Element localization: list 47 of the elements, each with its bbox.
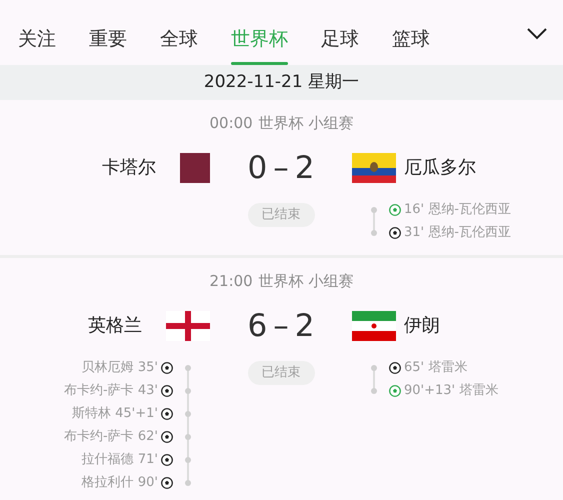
goal-text: 16' 恩纳-瓦伦西亚	[404, 200, 511, 219]
flag-icon	[352, 152, 396, 183]
team-name: 伊朗	[404, 314, 440, 338]
category-tab[interactable]: 重要	[89, 24, 127, 65]
goal-text: 斯特林 45'+1'	[72, 404, 158, 423]
match-time: 00:00	[209, 113, 253, 134]
category-tab[interactable]: 关注	[18, 24, 56, 65]
home-score: 0	[248, 148, 268, 188]
soccer-ball-icon	[161, 476, 173, 488]
soccer-ball-icon	[161, 384, 173, 396]
competition-label: 世界杯 小组赛	[258, 113, 354, 134]
goal-text: 拉什福德 71'	[82, 450, 158, 469]
score-separator: –	[273, 306, 289, 346]
goal-text: 31' 恩纳-瓦伦西亚	[404, 224, 511, 242]
category-tab[interactable]: 篮球	[392, 24, 430, 65]
soccer-ball-icon	[389, 362, 401, 374]
date-label: 2022-11-21 星期一	[204, 70, 360, 94]
soccer-ball-icon	[161, 454, 173, 466]
soccer-ball-icon	[161, 408, 173, 420]
category-tab[interactable]: 足球	[321, 24, 359, 65]
chevron-down-icon[interactable]	[527, 28, 547, 40]
status-badge: 已结束	[248, 203, 314, 226]
goal-text: 贝林厄姆 35'	[82, 358, 158, 377]
away-score: 2	[294, 306, 314, 346]
flag-icon	[180, 152, 210, 183]
soccer-ball-icon	[389, 226, 401, 238]
soccer-ball-icon	[161, 430, 173, 442]
goal-text: 布卡约-萨卡 62'	[64, 428, 158, 446]
goal-text: 格拉利什 90'	[82, 474, 158, 492]
away-score: 2	[294, 148, 314, 188]
goal-text: 65' 塔雷米	[404, 358, 468, 377]
soccer-ball-icon	[389, 384, 401, 396]
team-name: 卡塔尔	[102, 156, 156, 180]
flag-icon	[352, 310, 396, 341]
category-tab[interactable]: 全球	[160, 24, 198, 65]
flag-icon	[166, 310, 210, 341]
score-separator: –	[273, 148, 289, 188]
team-name: 英格兰	[88, 314, 142, 338]
soccer-ball-icon	[389, 204, 401, 216]
status-badge: 已结束	[248, 361, 314, 384]
home-score: 6	[248, 306, 268, 346]
team-name: 厄瓜多尔	[404, 156, 476, 180]
goal-text: 90'+13' 塔雷米	[404, 382, 498, 400]
goal-text: 布卡约-萨卡 43'	[64, 382, 158, 400]
competition-label: 世界杯 小组赛	[258, 271, 354, 292]
soccer-ball-icon	[161, 362, 173, 374]
match-time: 21:00	[209, 271, 253, 292]
